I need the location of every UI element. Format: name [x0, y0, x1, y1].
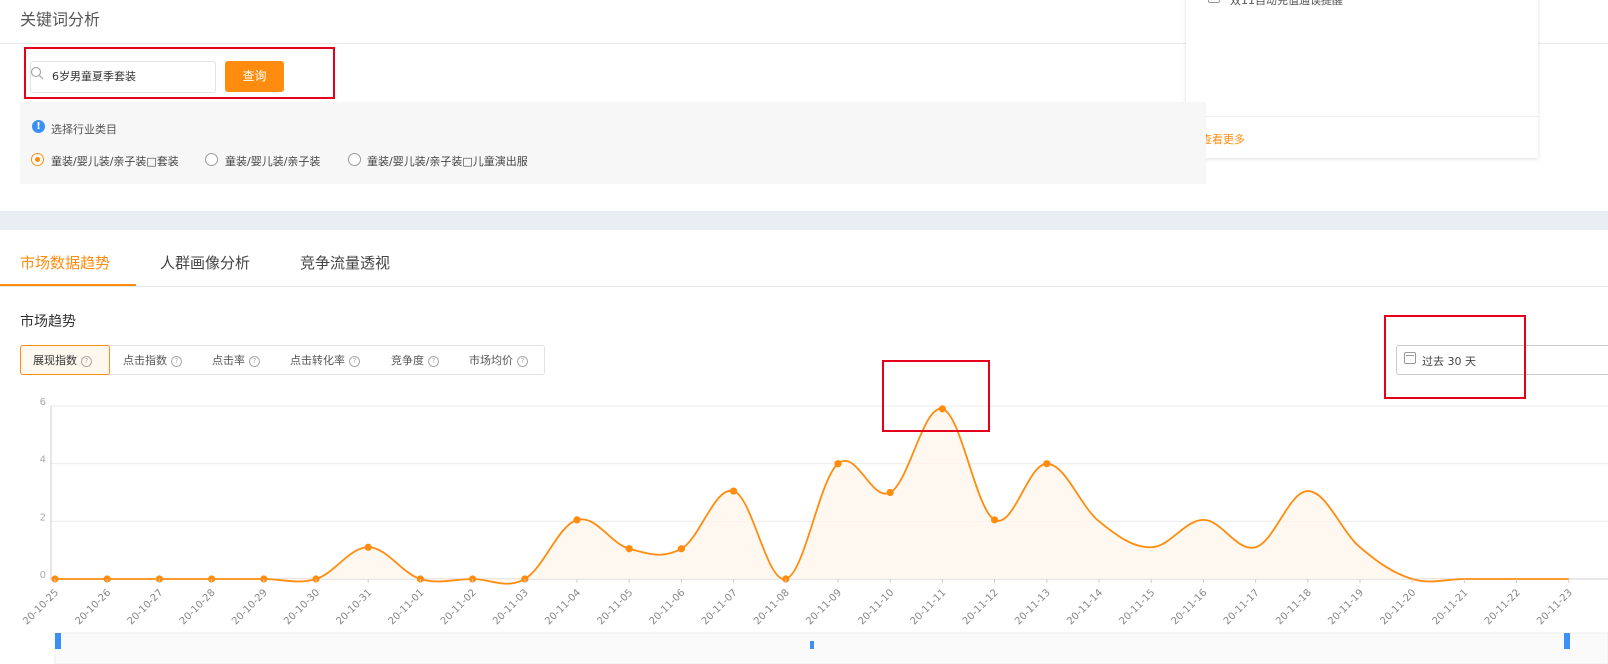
y-tick-label: 0: [40, 570, 46, 581]
range-slider-handle-left: [55, 633, 61, 649]
tab-competition-traffic[interactable]: 竞争流量透视: [300, 252, 390, 273]
metric-ctr[interactable]: 点击率?: [212, 352, 260, 368]
category-radio-3[interactable]: [348, 153, 361, 166]
metric-label: 市场均价: [469, 354, 513, 367]
data-point: [834, 460, 842, 468]
category-panel: [20, 102, 1206, 184]
category-label: 选择行业类目: [51, 123, 117, 136]
section-title: 市场趋势: [20, 314, 76, 330]
help-icon[interactable]: ?: [249, 356, 260, 367]
tab-audience-profile[interactable]: 人群画像分析: [160, 252, 250, 273]
range-slider-handle-right: [1564, 633, 1570, 649]
series-area: [55, 408, 1569, 584]
data-point: [886, 488, 894, 497]
mail-icon: [1208, 0, 1220, 3]
category-radio-1[interactable]: [31, 153, 44, 166]
notice-item[interactable]: 双11自动充值通误提醒: [1230, 0, 1343, 8]
x-tick-label: 20-11-22: [1483, 587, 1523, 627]
metric-competition[interactable]: 竞争度?: [391, 352, 439, 368]
x-tick-label: 20-10-26: [73, 587, 113, 627]
data-point: [677, 545, 686, 553]
x-tick-label: 20-11-14: [1065, 587, 1105, 627]
metric-clicks[interactable]: 点击指数?: [123, 352, 182, 368]
x-tick-label: 20-11-20: [1378, 587, 1418, 627]
data-point: [991, 516, 999, 524]
peak-highlight-box: [882, 360, 990, 432]
range-slider-center-handle: [810, 641, 814, 649]
market-trend-chart: 0 2 4 6 20-10-25 20-10-26 20-10-27 20-10-28 20-1…: [21, 397, 1608, 664]
divider: [0, 286, 1608, 287]
range-slider-track: [54, 632, 1608, 664]
x-tick-label: 20-10-30: [282, 587, 322, 627]
category-option-1[interactable]: 童装/婴儿装/亲子装□套装: [51, 153, 179, 169]
search-highlight-box: [24, 47, 335, 99]
metric-conversion[interactable]: 点击转化率?: [290, 352, 360, 368]
x-tick-label: 20-11-13: [1013, 587, 1053, 627]
x-tick-label: 20-10-27: [126, 587, 166, 627]
x-tick-label: 20-10-25: [21, 587, 61, 627]
info-icon: !: [32, 120, 45, 133]
data-point: [625, 545, 633, 553]
y-tick-label: 6: [40, 397, 46, 408]
x-tick-label: 20-11-15: [1117, 587, 1157, 627]
x-tick-label: 20-11-12: [961, 587, 1001, 627]
x-tick-label: 20-11-03: [491, 587, 531, 627]
category-option-2[interactable]: 童装/婴儿装/亲子装: [225, 153, 320, 169]
section-separator: [0, 211, 1608, 230]
x-tick-label: 20-11-01: [387, 587, 427, 627]
x-tick-label: 20-11-06: [648, 587, 688, 627]
data-point: [730, 487, 738, 495]
help-icon[interactable]: ?: [428, 356, 439, 367]
category-radio-2[interactable]: [205, 153, 218, 166]
metric-label: 点击指数: [123, 354, 167, 367]
help-icon[interactable]: ?: [171, 356, 182, 367]
x-tick-label: 20-11-05: [595, 587, 635, 627]
data-point: [364, 543, 372, 551]
x-tick-label: 20-11-02: [439, 587, 479, 627]
x-tick-label: 20-11-09: [804, 587, 844, 627]
help-icon[interactable]: ?: [517, 356, 528, 367]
metric-impressions[interactable]: 展现指数?: [33, 352, 92, 368]
metric-label: 竞争度: [391, 354, 424, 367]
x-tick-label: 20-10-31: [334, 587, 374, 627]
metric-label: 点击率: [212, 354, 245, 367]
help-icon[interactable]: ?: [349, 356, 360, 367]
x-tick-label: 20-10-28: [178, 587, 218, 627]
x-tick-label: 20-11-11: [909, 587, 949, 627]
see-more-link[interactable]: 查看更多: [1201, 131, 1245, 147]
page-title: 关键词分析: [20, 10, 101, 29]
x-tick-label: 20-11-04: [543, 587, 583, 627]
data-point: [1043, 460, 1051, 468]
x-tick-label: 20-11-07: [700, 587, 740, 627]
x-tick-label: 20-11-10: [856, 587, 896, 627]
x-tick-label: 20-10-29: [230, 587, 270, 627]
date-highlight-box: [1384, 315, 1526, 399]
divider: [1186, 116, 1538, 117]
x-tick-label: 20-11-16: [1170, 587, 1210, 627]
tab-market-trend[interactable]: 市场数据趋势: [20, 252, 110, 273]
metric-avg-price[interactable]: 市场均价?: [469, 352, 528, 368]
x-tick-label: 20-11-21: [1431, 587, 1471, 627]
data-point: [573, 516, 581, 524]
category-option-3[interactable]: 童装/婴儿装/亲子装□儿童演出服: [367, 153, 528, 169]
y-tick-label: 4: [40, 455, 46, 466]
x-tick-label: 20-11-19: [1326, 587, 1366, 627]
x-tick-label: 20-11-17: [1222, 587, 1262, 627]
metric-label: 点击转化率: [290, 354, 345, 367]
metric-label: 展现指数: [33, 354, 77, 367]
y-tick-label: 2: [40, 512, 46, 523]
x-tick-label: 20-11-08: [752, 587, 792, 627]
help-icon[interactable]: ?: [81, 356, 92, 367]
x-tick-label: 20-11-18: [1274, 587, 1314, 627]
x-tick-label: 20-11-23: [1535, 587, 1575, 627]
